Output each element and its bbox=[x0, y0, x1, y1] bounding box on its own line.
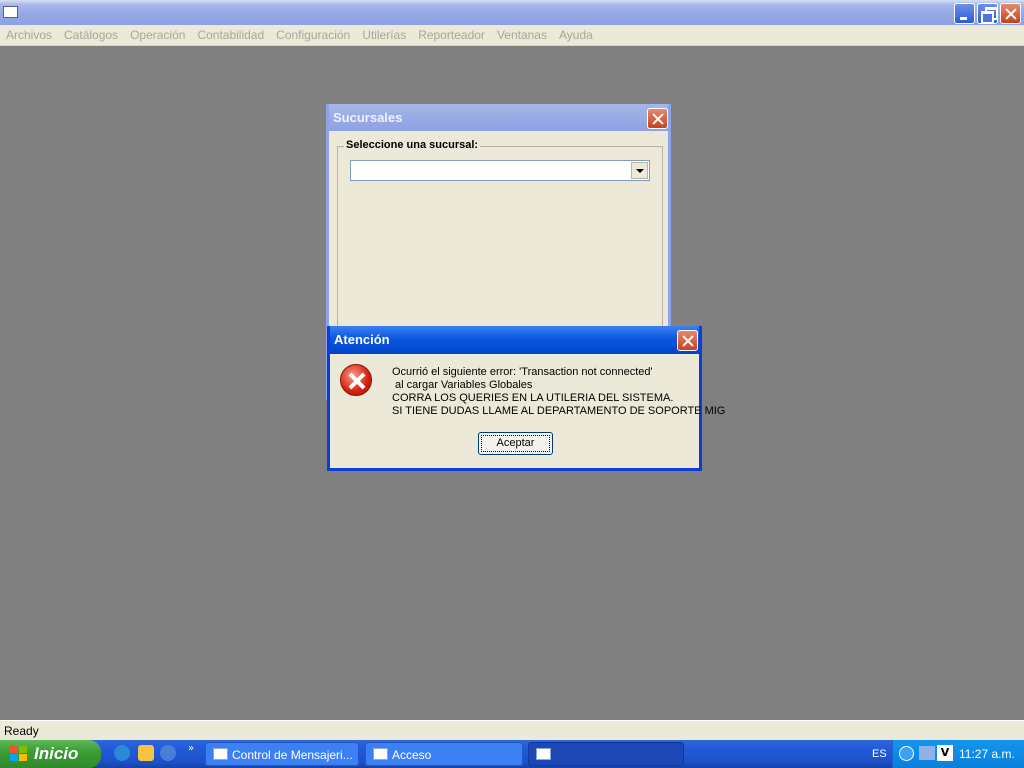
sucursal-combobox[interactable] bbox=[350, 160, 650, 181]
window-icon bbox=[536, 748, 551, 760]
task-label: Acceso bbox=[392, 748, 432, 762]
sucursales-title[interactable]: Sucursales bbox=[329, 104, 668, 131]
sucursales-close-button[interactable] bbox=[647, 108, 668, 129]
menu-ayuda[interactable]: Ayuda bbox=[559, 28, 593, 42]
window-icon bbox=[373, 748, 388, 760]
taskbar: Inicio » Control de Mensajeri... Acceso … bbox=[0, 740, 1024, 768]
browser-icon[interactable] bbox=[160, 745, 176, 761]
quicklaunch-more-icon[interactable]: » bbox=[188, 743, 194, 754]
menu-reporteador[interactable]: Reporteador bbox=[418, 28, 485, 42]
language-indicator[interactable]: ES bbox=[872, 740, 887, 768]
menu-utilerias[interactable]: Utilerías bbox=[362, 28, 406, 42]
outlook-express-icon[interactable] bbox=[138, 745, 154, 761]
start-label: Inicio bbox=[34, 744, 79, 763]
error-dialog-close-button[interactable] bbox=[677, 330, 698, 351]
menu-bar: Archivos Catálogos Operación Contabilida… bbox=[0, 25, 1024, 46]
menu-archivos[interactable]: Archivos bbox=[6, 28, 52, 42]
restore-button[interactable] bbox=[977, 3, 998, 24]
network-icon[interactable] bbox=[919, 746, 935, 760]
start-button[interactable]: Inicio bbox=[0, 740, 101, 768]
app-window-icon[interactable] bbox=[3, 6, 18, 18]
menu-catalogos[interactable]: Catálogos bbox=[64, 28, 118, 42]
minimize-icon bbox=[955, 4, 974, 23]
taskbar-item-active-window[interactable] bbox=[528, 742, 684, 766]
close-button[interactable] bbox=[1000, 3, 1021, 24]
sucursal-group-label: Seleccione una sucursal: bbox=[344, 139, 481, 151]
tray-app-icon[interactable]: V bbox=[937, 745, 953, 761]
error-x-icon bbox=[340, 364, 372, 396]
error-message: Ocurrió el siguiente error: 'Transaction… bbox=[392, 366, 726, 417]
error-dialog: Atención Ocurrió el siguiente error: 'Tr… bbox=[327, 326, 726, 471]
menu-contabilidad[interactable]: Contabilidad bbox=[197, 28, 264, 42]
taskbar-item-control-mensajeria[interactable]: Control de Mensajeri... bbox=[205, 742, 359, 766]
windows-logo-icon bbox=[10, 746, 28, 762]
error-dialog-title[interactable]: Atención bbox=[330, 326, 699, 354]
chevron-down-icon[interactable] bbox=[631, 162, 648, 179]
taskbar-item-acceso[interactable]: Acceso bbox=[365, 742, 523, 766]
restore-icon bbox=[978, 4, 998, 24]
menu-operacion[interactable]: Operación bbox=[130, 28, 185, 42]
tray-expand-icon[interactable] bbox=[899, 746, 914, 761]
status-text: Ready bbox=[4, 724, 39, 738]
close-icon bbox=[1001, 4, 1020, 23]
internet-explorer-icon[interactable] bbox=[114, 745, 130, 761]
window-icon bbox=[213, 748, 228, 760]
clock[interactable]: 11:27 a.m. bbox=[959, 740, 1015, 768]
menu-configuracion[interactable]: Configuración bbox=[276, 28, 350, 42]
minimize-button[interactable] bbox=[954, 3, 975, 24]
task-label: Control de Mensajeri... bbox=[232, 748, 353, 762]
app-title-bar[interactable] bbox=[0, 0, 1024, 25]
status-bar: Ready bbox=[0, 720, 1024, 740]
aceptar-button[interactable]: Aceptar bbox=[478, 432, 553, 455]
menu-ventanas[interactable]: Ventanas bbox=[497, 28, 547, 42]
system-tray: V 11:27 a.m. bbox=[892, 740, 1024, 768]
